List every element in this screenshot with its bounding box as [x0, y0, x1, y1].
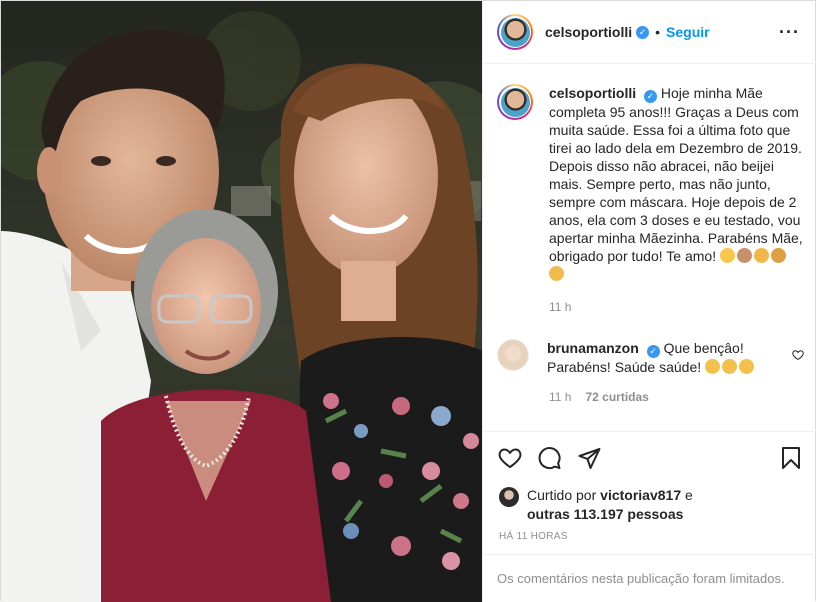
comments-limited-notice: Os comentários nesta publicação foram li…: [483, 554, 816, 602]
verified-badge-icon: ✓: [636, 26, 649, 39]
more-options-icon[interactable]: ···: [779, 23, 800, 41]
follow-button[interactable]: Seguir: [666, 24, 710, 40]
comments-section: celsoportiolli ✓ Hoje minha Mãe completa…: [483, 64, 816, 431]
likes-summary: Curtido por victoriav817 e outras 113.19…: [499, 486, 693, 524]
action-bar: [483, 431, 816, 481]
likes-others[interactable]: outras 113.197 pessoas: [527, 506, 683, 522]
avatar-image: [501, 18, 530, 47]
bookmark-icon[interactable]: [779, 446, 803, 470]
like-comment-heart-icon[interactable]: [792, 349, 804, 361]
author-username[interactable]: celsoportiolli: [545, 24, 632, 40]
liker-username[interactable]: victoriav817: [600, 487, 681, 503]
photo-illustration: [1, 1, 482, 602]
caption-time: 11 h: [549, 300, 571, 314]
author-avatar[interactable]: [497, 14, 533, 50]
caption-text-block: celsoportiolli ✓ Hoje minha Mãe completa…: [549, 84, 807, 283]
likes-connector: e: [685, 487, 693, 503]
verified-badge-icon: ✓: [644, 90, 657, 103]
party-popper-icon: [771, 248, 786, 263]
comment-icon[interactable]: [537, 446, 562, 470]
clapping-hands-icon: [754, 248, 769, 263]
post-header: celsoportiolli ✓ • Seguir ···: [483, 1, 816, 64]
post-caption: celsoportiolli ✓ Hoje minha Mãe completa…: [497, 84, 807, 283]
post-time[interactable]: HÁ 11 HORAS: [499, 531, 568, 542]
comment-text-block: brunamanzon ✓ Que bençâo! Parabéns! Saúd…: [547, 339, 777, 376]
smiling-face-with-hearts-icon: [720, 248, 735, 263]
commenter-username[interactable]: brunamanzon: [547, 340, 639, 356]
post-side-panel: celsoportiolli ✓ • Seguir ··· celsoporti…: [482, 1, 815, 602]
caption-username[interactable]: celsoportiolli: [549, 85, 636, 101]
avatar-image: [501, 88, 530, 117]
folded-hands-icon: [549, 266, 564, 281]
caption-author-avatar[interactable]: [497, 84, 533, 120]
comment-item: brunamanzon ✓ Que bençâo! Parabéns! Saúd…: [497, 339, 807, 376]
separator-dot: •: [655, 24, 660, 40]
liker-avatar[interactable]: [499, 487, 519, 507]
raising-hands-icon: [722, 359, 737, 374]
verified-badge-icon: ✓: [647, 345, 660, 358]
likes-text: Curtido por victoriav817 e outras 113.19…: [527, 486, 693, 524]
comment-meta: 11 h 72 curtidas: [549, 390, 649, 404]
comment-time: 11 h: [549, 390, 571, 404]
raising-hands-icon: [739, 359, 754, 374]
post-photo[interactable]: [1, 1, 482, 602]
instagram-post: celsoportiolli ✓ • Seguir ··· celsoporti…: [0, 0, 816, 601]
share-icon[interactable]: [577, 446, 602, 470]
caption-text: Hoje minha Mãe completa 95 anos!!! Graça…: [549, 85, 803, 264]
comment-likes[interactable]: 72 curtidas: [585, 390, 648, 404]
raising-hands-icon: [705, 359, 720, 374]
likes-prefix: Curtido por: [527, 487, 596, 503]
birthday-cake-icon: [737, 248, 752, 263]
heart-icon[interactable]: [497, 446, 523, 470]
commenter-avatar[interactable]: [497, 339, 529, 371]
